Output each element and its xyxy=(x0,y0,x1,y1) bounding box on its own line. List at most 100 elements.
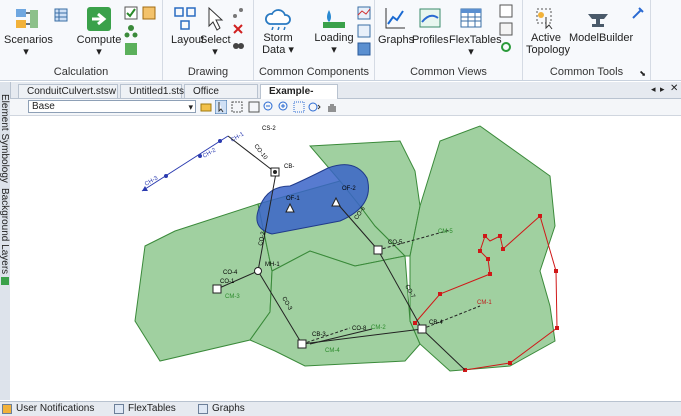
table-icon xyxy=(114,404,124,414)
scenarios-icon xyxy=(16,9,38,28)
find-icon[interactable] xyxy=(231,38,245,52)
compute-button[interactable]: Compute ▾ xyxy=(76,6,122,58)
graph-icon xyxy=(385,8,405,29)
profiles-label: Profiles xyxy=(412,34,449,46)
profiles-button[interactable]: Profiles xyxy=(412,6,449,46)
graphs-button[interactable]: Graphs xyxy=(378,6,415,46)
label-cm2: CM-2 xyxy=(371,325,386,331)
dialog-launcher-icon[interactable]: ⬊ xyxy=(639,69,646,78)
bottom-panel-tabs: User Notifications FlexTables Graphs xyxy=(0,401,681,416)
chevron-down-icon: ▾ xyxy=(96,46,102,58)
pattern-icon[interactable] xyxy=(357,6,371,20)
label-cb4: CB-4 xyxy=(429,320,443,326)
options-icon[interactable] xyxy=(124,42,138,56)
background-layers-tab[interactable]: Background Layers xyxy=(0,188,10,274)
label-mh1: MH-1 xyxy=(265,262,280,268)
compute-label: Compute xyxy=(76,34,122,46)
component-icon[interactable] xyxy=(357,24,371,38)
label-cm1: CM-1 xyxy=(477,300,492,306)
library-icon[interactable] xyxy=(357,42,371,56)
common-components-group-label: Common Components xyxy=(258,66,370,78)
drawing-toolbar: Base ▾ xyxy=(10,99,681,116)
green-plus-icon[interactable] xyxy=(1,277,9,285)
modelbuilder-button[interactable]: ModelBuilder xyxy=(569,6,633,44)
delete-icon[interactable] xyxy=(231,22,245,36)
edit-table-icon[interactable] xyxy=(499,22,513,36)
validate-icon[interactable] xyxy=(124,6,138,20)
cursor-arrow-icon xyxy=(208,6,224,31)
label-cm4: CM-4 xyxy=(325,348,340,354)
anvil-icon xyxy=(588,14,608,27)
loading-label: Loading xyxy=(314,32,354,44)
zoom-out-icon[interactable] xyxy=(263,101,275,113)
scenario-value: Base xyxy=(32,101,55,112)
network-icon[interactable] xyxy=(124,24,138,38)
label-ch3: CH-3 xyxy=(144,175,160,188)
table-icon xyxy=(460,8,482,28)
loading-icon xyxy=(323,10,345,28)
catchment-cm-2[interactable] xyxy=(409,125,556,372)
element-symbology-tab[interactable]: Element Symbology xyxy=(0,94,10,183)
label-co1: CO-1 xyxy=(220,279,235,285)
flextables-button[interactable]: FlexTables ▾ xyxy=(449,6,502,58)
drawing-group-label: Drawing xyxy=(187,66,229,78)
close-icon[interactable]: ✕ xyxy=(670,83,678,94)
drawing-canvas[interactable]: CS-2 CO-10 CB- OF-2 OF-1 CO-6 CO-2 CO-5 … xyxy=(10,116,681,400)
flextables-tab-label: FlexTables xyxy=(128,403,176,414)
tools-icon[interactable] xyxy=(631,6,645,20)
scenarios-button[interactable]: Scenarios ▾ xyxy=(4,6,53,58)
label-ch2: CH-2 xyxy=(202,147,218,160)
label-of1: OF-1 xyxy=(286,196,300,202)
active-topology-button[interactable]: Active Topology xyxy=(526,6,570,56)
zoom-realtime-icon[interactable] xyxy=(293,101,305,113)
graphs-label: Graphs xyxy=(378,34,415,46)
user-notifications-tab[interactable]: User Notifications xyxy=(0,403,102,415)
common-tools-group: Active Topology ModelBuilder Common Tool… xyxy=(523,0,651,80)
zoom-previous-icon[interactable] xyxy=(308,101,322,113)
zoom-in-icon[interactable] xyxy=(278,101,290,113)
loading-button[interactable]: Loading ▾ xyxy=(312,6,356,56)
label-co8: CO-8 xyxy=(352,326,367,332)
folder-icon[interactable] xyxy=(200,101,212,113)
pan-hand-icon[interactable] xyxy=(326,101,338,113)
zoom-extents-icon[interactable] xyxy=(248,101,260,113)
chevron-down-icon: ▾ xyxy=(468,46,474,58)
storm-data-button[interactable]: Storm Data ▾ xyxy=(258,6,298,56)
graphs-tab[interactable]: Graphs xyxy=(196,403,256,415)
calculation-group-label: Calculation xyxy=(53,66,109,78)
ribbon: Scenarios ▾ Compute ▾ Calculation Layout S… xyxy=(0,0,681,81)
compute-icon xyxy=(87,7,111,31)
scenarios-label: Scenarios xyxy=(4,34,53,46)
properties-icon[interactable] xyxy=(499,4,513,18)
select-button[interactable]: Select ▾ xyxy=(200,6,231,58)
flextables-tab[interactable]: FlexTables xyxy=(112,403,192,415)
grid-icon[interactable] xyxy=(54,8,68,22)
layout-icon xyxy=(174,7,196,30)
select-tool-icon[interactable] xyxy=(215,100,227,114)
active-topology-label: Active Topology xyxy=(526,32,571,56)
label-cb: CB- xyxy=(284,164,294,170)
modelbuilder-label: ModelBuilder xyxy=(569,32,634,44)
common-views-group: Graphs Profiles FlexTables ▾ Common Views xyxy=(375,0,523,80)
tab-scroll-left-icon[interactable]: ◂ xyxy=(651,84,656,95)
tab-office-project[interactable]: Office Project.stsw xyxy=(184,84,258,110)
layout-button[interactable]: Layout xyxy=(171,6,204,46)
tab-untitled1[interactable]: Untitled1.stsw xyxy=(120,84,191,98)
label-co4: CO-4 xyxy=(223,270,238,276)
label-cs2: CS-2 xyxy=(262,126,276,132)
label-co5: CO-5 xyxy=(388,240,403,246)
report-icon[interactable] xyxy=(142,6,156,20)
refresh-icon[interactable] xyxy=(499,40,513,54)
zoom-window-icon[interactable] xyxy=(231,101,243,113)
chevron-down-icon: ▾ xyxy=(212,46,218,58)
drawing-group: Layout Select ▾ Drawing xyxy=(163,0,254,80)
common-views-group-label: Common Views xyxy=(410,66,487,78)
tab-scroll-right-icon[interactable]: ▸ xyxy=(660,84,665,95)
drainage-network-drawing[interactable]: CS-2 CO-10 CB- OF-2 OF-1 CO-6 CO-2 CO-5 … xyxy=(10,116,681,400)
graphs-tab-label: Graphs xyxy=(212,403,245,414)
scenario-dropdown[interactable]: Base ▾ xyxy=(28,100,196,113)
tab-example-1[interactable]: Example-1.stsw xyxy=(260,84,338,110)
tab-conduitculvert[interactable]: ConduitCulvert.stsw xyxy=(18,84,118,98)
edit-vertex-icon[interactable] xyxy=(231,6,245,20)
chevron-down-icon: ▾ xyxy=(23,46,29,58)
